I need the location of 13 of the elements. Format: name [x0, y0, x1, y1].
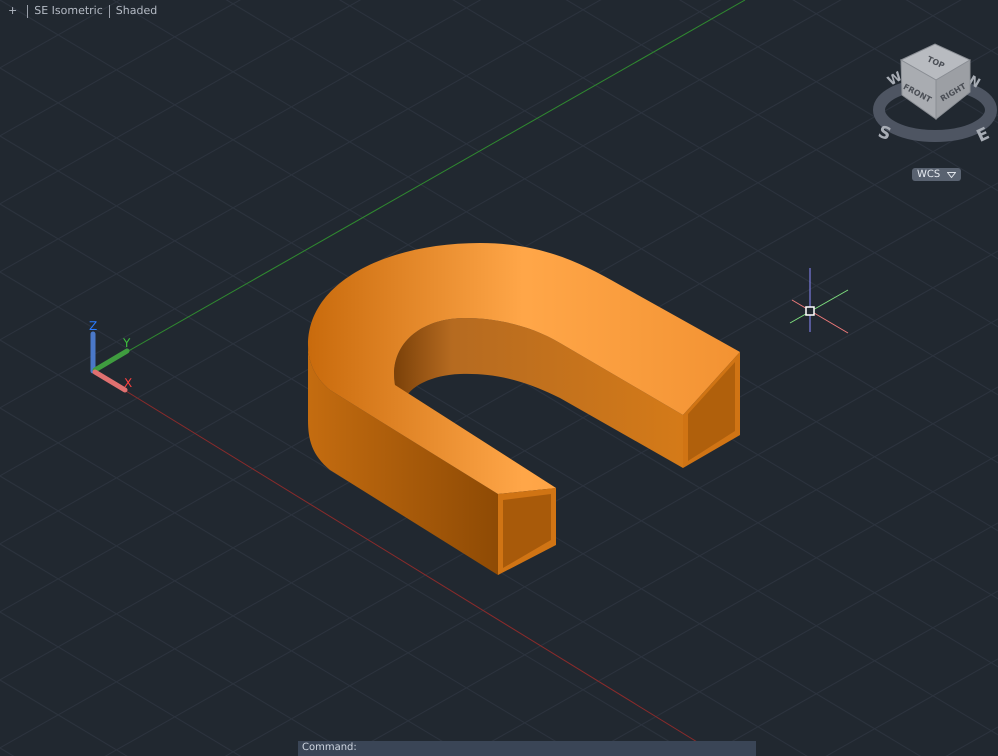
- compass-south-label[interactable]: S: [875, 122, 894, 146]
- view-name-button[interactable]: SE Isometric: [34, 3, 103, 19]
- compass-east-label[interactable]: E: [974, 124, 993, 147]
- command-line-field[interactable]: Command:: [298, 741, 756, 756]
- cube-top-label: TOP: [926, 54, 946, 70]
- visual-style-button[interactable]: Shaded: [116, 3, 158, 19]
- x-axis-label: X: [124, 376, 132, 390]
- y-axis-label: Y: [123, 336, 130, 350]
- viewport-menu-button[interactable]: +: [8, 3, 18, 19]
- z-axis-label: Z: [89, 319, 98, 333]
- caret-icon: [947, 172, 956, 178]
- wcs-dropdown[interactable]: WCS: [912, 168, 961, 181]
- crosshair-cursor-icon: [790, 268, 848, 334]
